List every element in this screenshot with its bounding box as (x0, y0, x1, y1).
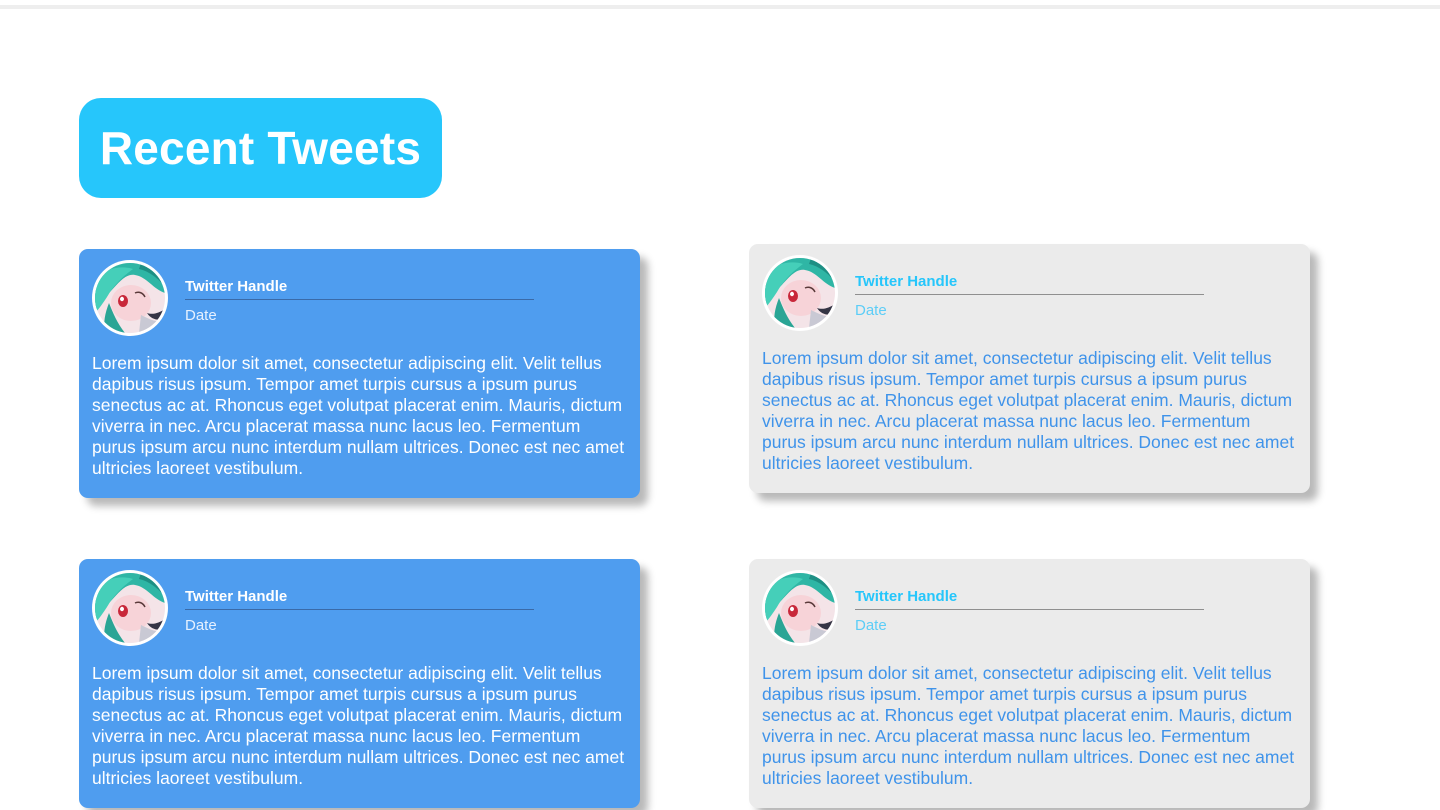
tweet-date: Date (185, 617, 217, 634)
twitter-handle[interactable]: Twitter Handle (185, 588, 287, 605)
avatar[interactable] (762, 570, 838, 646)
avatar[interactable] (92, 570, 168, 646)
anime-avatar-icon (765, 573, 835, 643)
anime-avatar-icon (765, 258, 835, 328)
twitter-handle[interactable]: Twitter Handle (855, 588, 957, 605)
page-title: Recent Tweets (99, 122, 422, 174)
anime-avatar-icon (95, 573, 165, 643)
tweet-card[interactable]: Twitter Handle Date Lorem ipsum dolor si… (749, 559, 1310, 808)
handle-divider (185, 299, 534, 300)
anime-avatar-icon (95, 263, 165, 333)
tweet-date: Date (855, 302, 887, 319)
tweet-text: Lorem ipsum dolor sit amet, consectetur … (762, 663, 1295, 788)
tweet-text: Lorem ipsum dolor sit amet, consectetur … (762, 348, 1295, 473)
twitter-handle[interactable]: Twitter Handle (185, 278, 287, 295)
avatar[interactable] (92, 260, 168, 336)
twitter-handle[interactable]: Twitter Handle (855, 273, 957, 290)
avatar[interactable] (762, 255, 838, 331)
tweet-date: Date (185, 307, 217, 324)
top-divider (0, 5, 1440, 9)
tweet-card[interactable]: Twitter Handle Date Lorem ipsum dolor si… (79, 559, 640, 808)
tweet-text: Lorem ipsum dolor sit amet, consectetur … (92, 663, 625, 788)
section-title-pill: Recent Tweets (79, 98, 442, 198)
tweet-card[interactable]: Twitter Handle Date Lorem ipsum dolor si… (79, 249, 640, 498)
handle-divider (855, 294, 1204, 295)
page: Recent Tweets Twitter Handle Date Lorem … (0, 0, 1440, 810)
handle-divider (185, 609, 534, 610)
tweet-card[interactable]: Twitter Handle Date Lorem ipsum dolor si… (749, 244, 1310, 493)
tweet-date: Date (855, 617, 887, 634)
tweet-text: Lorem ipsum dolor sit amet, consectetur … (92, 353, 625, 478)
handle-divider (855, 609, 1204, 610)
